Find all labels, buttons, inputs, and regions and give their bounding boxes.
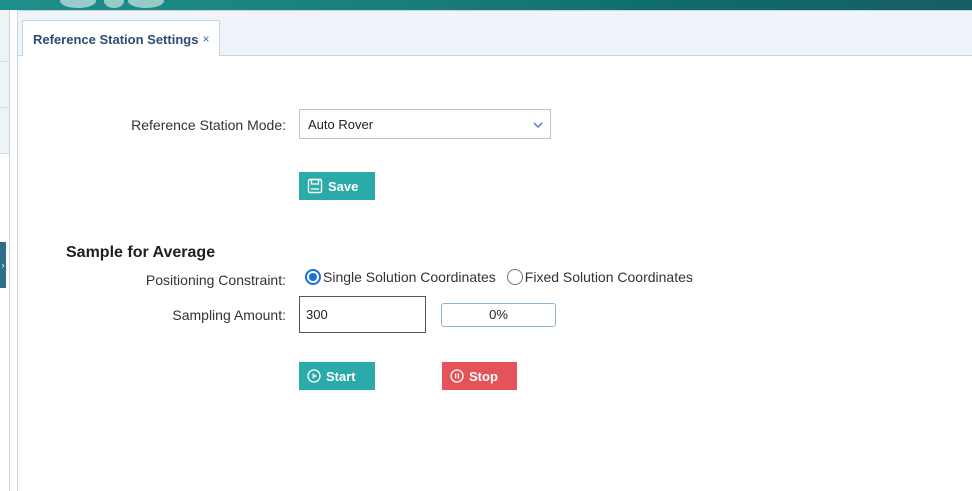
mode-select[interactable]: Auto Rover	[299, 109, 551, 139]
start-button-label: Start	[326, 368, 356, 384]
radio-button-unchecked[interactable]	[506, 269, 523, 285]
sampling-amount-input[interactable]: 300	[299, 296, 426, 333]
radio-button-checked[interactable]	[305, 269, 321, 285]
sidebar-expand-handle[interactable]: ›	[0, 242, 6, 288]
positioning-constraint-label: Positioning Constraint:	[145, 272, 286, 288]
chevron-down-icon	[533, 122, 543, 129]
save-button-label: Save	[328, 178, 359, 194]
radio-fixed-label: Fixed Solution Coordinates	[524, 269, 693, 285]
settings-panel: Reference Station Mode: Auto Rover Save …	[17, 56, 972, 491]
mode-label: Reference Station Mode:	[131, 117, 286, 133]
start-button[interactable]: Start	[299, 362, 375, 390]
stop-button[interactable]: Stop	[442, 362, 517, 390]
sampling-amount-value: 300	[306, 307, 328, 322]
tab-close-icon[interactable]: ×	[202, 32, 209, 46]
tab-label: Reference Station Settings	[33, 31, 199, 47]
stop-button-label: Stop	[469, 368, 498, 384]
radio-single-label: Single Solution Coordinates	[323, 269, 496, 285]
save-icon	[307, 178, 323, 194]
tab-reference-station-settings[interactable]: Reference Station Settings ×	[22, 20, 221, 58]
section-title: Sample for Average	[66, 244, 216, 261]
pause-circle-icon	[450, 369, 464, 383]
sampling-amount-label: Sampling Amount:	[172, 307, 286, 323]
mode-select-value: Auto Rover	[308, 117, 374, 132]
collapsed-sidebar: ›	[0, 10, 10, 491]
tab-bar: Reference Station Settings ×	[17, 10, 972, 58]
top-banner	[0, 0, 972, 10]
sampling-progress-bar: 0%	[441, 303, 556, 327]
progress-text: 0%	[489, 307, 508, 322]
radio-fixed-solution[interactable]: Fixed Solution Coordinates	[506, 269, 693, 285]
positioning-constraint-radios: Single Solution Coordinates Fixed Soluti…	[305, 269, 693, 285]
play-circle-icon	[307, 369, 321, 383]
radio-single-solution[interactable]: Single Solution Coordinates	[305, 269, 496, 285]
save-button[interactable]: Save	[299, 172, 375, 200]
